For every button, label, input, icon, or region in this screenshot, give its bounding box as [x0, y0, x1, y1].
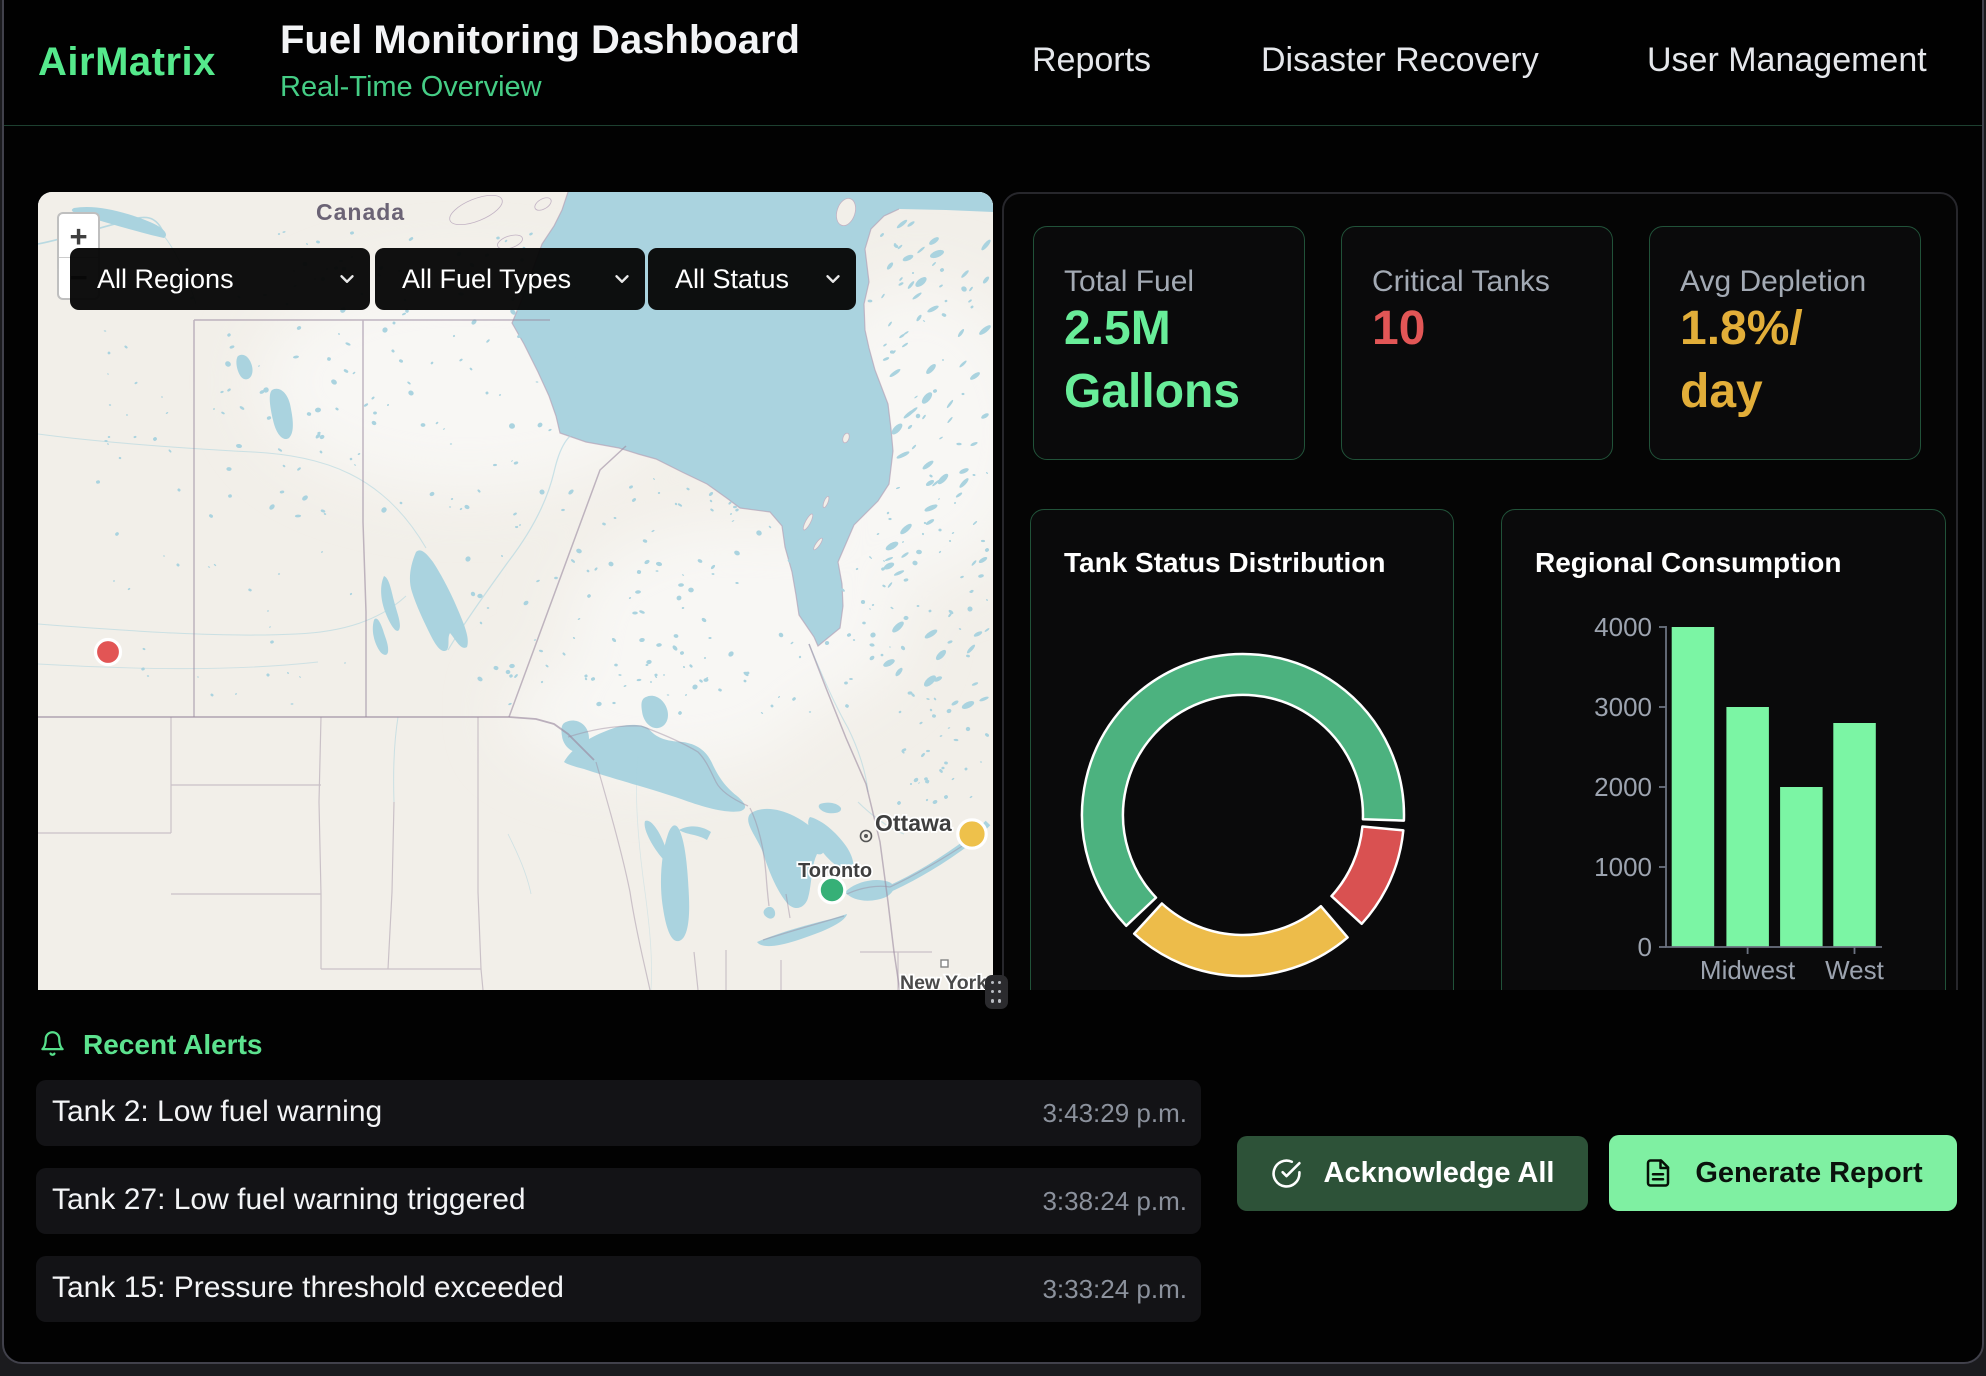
svg-text:Canada: Canada — [316, 199, 405, 225]
svg-text:Ottawa: Ottawa — [875, 810, 952, 836]
svg-text:1000: 1000 — [1594, 852, 1652, 882]
svg-text:West: West — [1825, 955, 1885, 985]
svg-text:New York: New York — [900, 972, 987, 990]
svg-text:3000: 3000 — [1594, 692, 1652, 722]
svg-text:Midwest: Midwest — [1700, 955, 1796, 985]
svg-text:2000: 2000 — [1594, 772, 1652, 802]
svg-text:4000: 4000 — [1594, 612, 1652, 642]
svg-text:0: 0 — [1638, 932, 1652, 962]
